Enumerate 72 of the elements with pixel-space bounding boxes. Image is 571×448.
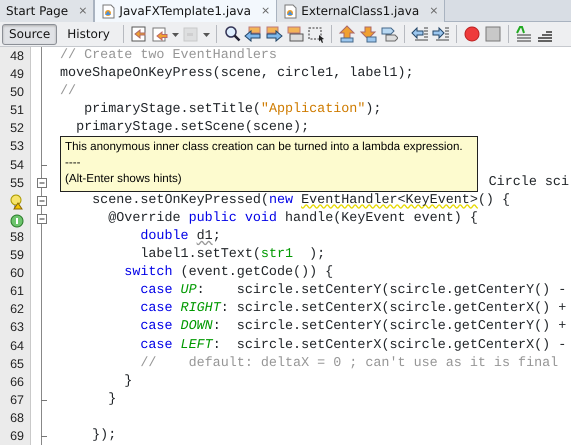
code-line: } [107, 390, 118, 409]
code-line: scene.setOnKeyPressed(new EventHandler<KeyEvent>() { [91, 192, 512, 210]
line-number: 65 [10, 356, 24, 371]
code-line: case LEFT: scircle.setCenterX(scircle.getCenterX() - [139, 336, 568, 354]
code-line: Circle sci [488, 174, 569, 192]
down-arrow-icon[interactable] [358, 25, 377, 43]
code-line: moveShapeOnKeyPress(scene, circle1, label1); [60, 65, 415, 84]
line-number: 64 [10, 338, 24, 352]
code-line: label1.setText(str1 ); [139, 246, 326, 264]
line-number: 69 [10, 428, 24, 443]
code-line: // default: deltaX = 0 ; can't use as it is final [139, 354, 560, 373]
search-icon[interactable] [222, 25, 241, 43]
fold-collapse-icon[interactable] [37, 214, 47, 224]
code-line: primaryStage.setScene(scene); [75, 119, 310, 138]
line-number: 49 [10, 67, 24, 82]
view-button[interactable]: Source [2, 24, 58, 44]
selection-icon[interactable] [306, 25, 325, 43]
view-button[interactable]: History [60, 24, 117, 44]
code-line: }); [91, 426, 118, 445]
line-number: 68 [10, 410, 24, 425]
comment-icon[interactable] [514, 25, 533, 43]
tab-label: JavaFXTemplate1.java [119, 3, 252, 20]
fold-collapse-icon[interactable] [37, 178, 47, 188]
override-icon[interactable] [10, 214, 24, 228]
code-line: @Override public void handle(KeyEvent event) { [107, 210, 479, 228]
line-number: 58 [10, 230, 24, 244]
code-line: // [60, 83, 78, 102]
code-line: case UP: scircle.setCenterY(scircle.getCenterY() - [139, 282, 568, 300]
tab-label: ExternalClass1.java [301, 3, 420, 20]
line-number: 48 [10, 49, 24, 63]
code-line: double d1; [139, 228, 222, 246]
line-number: 59 [10, 248, 24, 262]
line-number: 61 [10, 284, 24, 298]
up-arrow-icon[interactable] [338, 25, 356, 43]
line-number: 51 [10, 103, 24, 118]
editor-tab[interactable]: Start Page × [0, 0, 94, 22]
close-button[interactable]: × [429, 2, 438, 20]
back-arrow-icon[interactable] [150, 25, 169, 43]
line-number: 67 [10, 392, 24, 407]
line-number: 62 [10, 302, 24, 316]
code-line: primaryStage.setTitle("Application"); [83, 101, 382, 120]
fold-collapse-icon[interactable] [37, 196, 47, 206]
shift-right-icon[interactable] [432, 25, 450, 43]
line-number: 66 [10, 374, 24, 389]
line-number: 63 [10, 320, 24, 334]
line-number: 52 [10, 121, 24, 136]
tooltip-text: This anonymous inner class creation can be turned into a lambda expression. [65, 139, 464, 155]
line-number: 50 [10, 85, 24, 100]
code-line: case DOWN: scircle.setCenterY(scircle.getCenterY() + [139, 318, 568, 336]
left-arrow-icon[interactable] [244, 25, 262, 43]
stop-icon[interactable] [484, 25, 502, 43]
tooltip-text: (Alt-Enter shows hints) [65, 171, 183, 187]
line-number: 54 [10, 158, 24, 172]
bookmark-icon[interactable] [380, 25, 398, 43]
line-number: 53 [10, 139, 24, 154]
editor-tab[interactable]: JavaFXTemplate1.java × [94, 0, 278, 22]
editor-tab[interactable]: ExternalClass1.java × [277, 0, 446, 22]
highlight-icon[interactable] [286, 25, 304, 43]
record-icon[interactable] [462, 25, 481, 43]
code-line: // Create two EventHandlers [60, 47, 278, 65]
right-arrow-icon[interactable] [264, 25, 283, 43]
line-number: 55 [10, 176, 24, 190]
code-line: case RIGHT: scircle.setCenterX(scircle.getCenterX() + [139, 300, 568, 318]
tab-label: Start Page [6, 3, 68, 20]
code-line: switch (event.getCode()) { [123, 264, 334, 282]
lightbulb-warning-icon[interactable] [9, 194, 24, 210]
shift-left-icon[interactable] [410, 25, 429, 43]
tooltip-text: ---- [65, 155, 82, 171]
code-line: } [123, 372, 134, 391]
line-number: 60 [10, 266, 24, 280]
close-button[interactable]: × [261, 2, 270, 20]
close-button[interactable]: × [78, 2, 88, 20]
